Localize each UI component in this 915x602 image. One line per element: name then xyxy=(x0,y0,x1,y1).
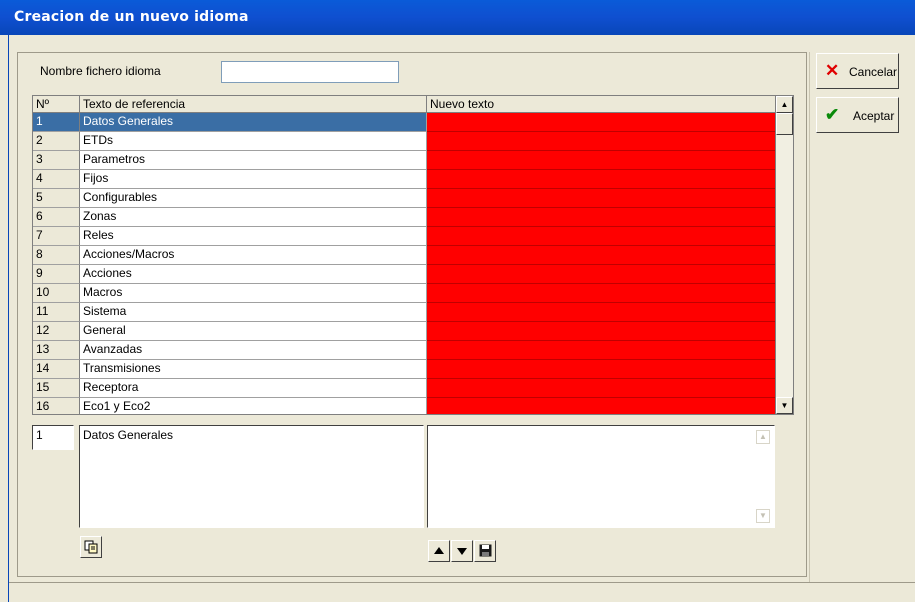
filename-label: Nombre fichero idioma xyxy=(40,64,161,78)
row-num-cell[interactable]: 8 xyxy=(33,246,80,265)
row-new-text-cell[interactable] xyxy=(427,360,775,379)
table-row[interactable]: 15 Receptora xyxy=(33,379,775,398)
scroll-up-button[interactable]: ▲ xyxy=(776,96,793,113)
row-num-cell[interactable]: 14 xyxy=(33,360,80,379)
row-reference-cell[interactable]: General xyxy=(80,322,427,341)
arrow-down-icon xyxy=(457,548,467,555)
close-x-icon: ✕ xyxy=(825,61,840,80)
save-button[interactable] xyxy=(474,540,496,562)
sidebar-divider xyxy=(809,52,810,582)
table-row[interactable]: 5 Configurables xyxy=(33,189,775,208)
detail-num-field[interactable]: 1 xyxy=(32,425,74,450)
row-new-text-cell[interactable] xyxy=(427,170,775,189)
table-row[interactable]: 1 Datos Generales xyxy=(33,113,775,132)
row-reference-cell[interactable]: Configurables xyxy=(80,189,427,208)
table-row[interactable]: 13 Avanzadas xyxy=(33,341,775,360)
header-reference[interactable]: Texto de referencia xyxy=(80,96,427,113)
row-num-cell[interactable]: 15 xyxy=(33,379,80,398)
accept-label: Aceptar xyxy=(853,109,895,123)
row-new-text-cell[interactable] xyxy=(427,151,775,170)
row-num-cell[interactable]: 3 xyxy=(33,151,80,170)
copy-button[interactable] xyxy=(80,536,102,558)
table-row[interactable]: 8 Acciones/Macros xyxy=(33,246,775,265)
row-new-text-cell[interactable] xyxy=(427,284,775,303)
row-new-text-cell[interactable] xyxy=(427,303,775,322)
row-reference-cell[interactable]: Macros xyxy=(80,284,427,303)
detail-new-text-field[interactable]: ▲ ▼ xyxy=(427,425,775,528)
row-reference-cell[interactable]: Receptora xyxy=(80,379,427,398)
table-row[interactable]: 16 Eco1 y Eco2 xyxy=(33,398,775,414)
header-new-text[interactable]: Nuevo texto xyxy=(427,96,775,113)
floppy-disk-icon xyxy=(479,544,491,557)
row-new-text-cell[interactable] xyxy=(427,208,775,227)
window-title: Creacion de un nuevo idioma xyxy=(14,9,249,25)
row-reference-cell[interactable]: Fijos xyxy=(80,170,427,189)
arrow-up-icon xyxy=(434,547,444,554)
row-num-cell[interactable]: 5 xyxy=(33,189,80,208)
table-row[interactable]: 9 Acciones xyxy=(33,265,775,284)
scroll-down-button[interactable]: ▼ xyxy=(776,397,793,414)
row-num-cell[interactable]: 2 xyxy=(33,132,80,151)
table-row[interactable]: 3 Parametros xyxy=(33,151,775,170)
table-row[interactable]: 11 Sistema xyxy=(33,303,775,322)
row-reference-cell[interactable]: ETDs xyxy=(80,132,427,151)
row-new-text-cell[interactable] xyxy=(427,398,775,414)
row-reference-cell[interactable]: Reles xyxy=(80,227,427,246)
cancel-label: Cancelar xyxy=(849,65,898,79)
row-num-cell[interactable]: 13 xyxy=(33,341,80,360)
row-new-text-cell[interactable] xyxy=(427,341,775,360)
row-new-text-cell[interactable] xyxy=(427,113,775,132)
status-bar-divider xyxy=(9,582,915,583)
row-reference-cell[interactable]: Acciones/Macros xyxy=(80,246,427,265)
row-new-text-cell[interactable] xyxy=(427,189,775,208)
header-num[interactable]: Nº xyxy=(33,96,80,113)
checkmark-icon: ✔ xyxy=(825,105,840,124)
row-new-text-cell[interactable] xyxy=(427,265,775,284)
table-row[interactable]: 4 Fijos xyxy=(33,170,775,189)
row-num-cell[interactable]: 7 xyxy=(33,227,80,246)
row-reference-cell[interactable]: Datos Generales xyxy=(80,113,427,132)
row-new-text-cell[interactable] xyxy=(427,379,775,398)
move-up-button[interactable] xyxy=(428,540,450,562)
translation-grid[interactable]: Nº Texto de referencia Nuevo texto 1 Dato… xyxy=(32,95,776,415)
cancel-button[interactable]: ✕ Cancelar xyxy=(816,53,899,89)
table-row[interactable]: 14 Transmisiones xyxy=(33,360,775,379)
copy-icon xyxy=(84,540,98,554)
row-reference-cell[interactable]: Zonas xyxy=(80,208,427,227)
row-num-cell[interactable]: 4 xyxy=(33,170,80,189)
row-reference-cell[interactable]: Sistema xyxy=(80,303,427,322)
table-row[interactable]: 12 General xyxy=(33,322,775,341)
row-num-cell[interactable]: 11 xyxy=(33,303,80,322)
table-row[interactable]: 7 Reles xyxy=(33,227,775,246)
row-num-cell[interactable]: 16 xyxy=(33,398,80,414)
detail-reference-text[interactable]: Datos Generales xyxy=(79,425,424,528)
row-reference-cell[interactable]: Eco1 y Eco2 xyxy=(80,398,427,414)
accept-button[interactable]: ✔ Aceptar xyxy=(816,97,899,133)
detail-scroll-up-icon[interactable]: ▲ xyxy=(756,430,770,444)
row-reference-cell[interactable]: Avanzadas xyxy=(80,341,427,360)
title-bar: Creacion de un nuevo idioma xyxy=(0,0,915,35)
move-down-button[interactable] xyxy=(451,540,473,562)
scroll-down-arrow-icon: ▼ xyxy=(780,401,789,410)
scroll-up-arrow-icon: ▲ xyxy=(780,100,789,109)
row-num-cell[interactable]: 10 xyxy=(33,284,80,303)
row-reference-cell[interactable]: Transmisiones xyxy=(80,360,427,379)
row-new-text-cell[interactable] xyxy=(427,227,775,246)
grid-scrollbar[interactable]: ▲ ▼ xyxy=(776,95,794,415)
table-row[interactable]: 2 ETDs xyxy=(33,132,775,151)
row-num-cell[interactable]: 6 xyxy=(33,208,80,227)
table-row[interactable]: 6 Zonas xyxy=(33,208,775,227)
row-new-text-cell[interactable] xyxy=(427,246,775,265)
detail-scroll-down-icon[interactable]: ▼ xyxy=(756,509,770,523)
row-num-cell[interactable]: 9 xyxy=(33,265,80,284)
row-num-cell[interactable]: 12 xyxy=(33,322,80,341)
table-row[interactable]: 10 Macros xyxy=(33,284,775,303)
scroll-thumb[interactable] xyxy=(776,113,793,135)
row-new-text-cell[interactable] xyxy=(427,322,775,341)
row-reference-cell[interactable]: Acciones xyxy=(80,265,427,284)
row-num-cell[interactable]: 1 xyxy=(33,113,80,132)
row-reference-cell[interactable]: Parametros xyxy=(80,151,427,170)
filename-input[interactable] xyxy=(221,61,399,83)
row-new-text-cell[interactable] xyxy=(427,132,775,151)
